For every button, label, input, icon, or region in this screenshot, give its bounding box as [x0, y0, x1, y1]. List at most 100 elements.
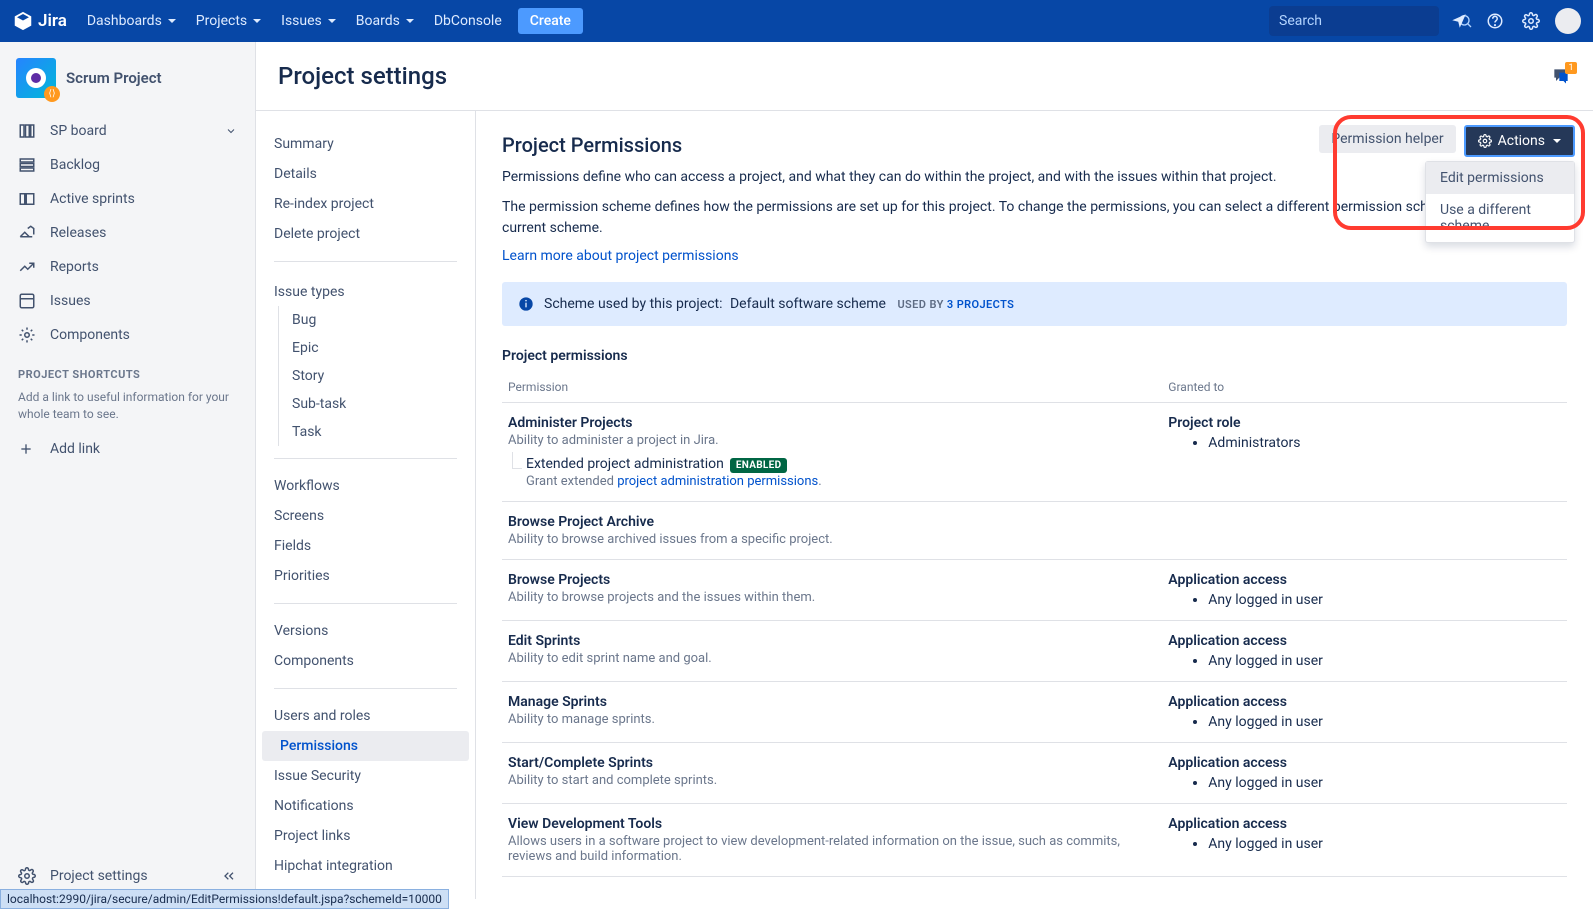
set-permissions[interactable]: Permissions — [262, 731, 469, 761]
perm-name: Browse Projects — [508, 572, 1156, 588]
collapse-icon[interactable] — [221, 868, 237, 884]
sidebar-reports[interactable]: Reports — [8, 250, 247, 284]
set-summary[interactable]: Summary — [256, 129, 475, 159]
nav-projects[interactable]: Projects — [188, 9, 269, 33]
set-issue-security[interactable]: Issue Security — [256, 761, 475, 791]
set-notifications[interactable]: Notifications — [256, 791, 475, 821]
plus-icon — [18, 441, 38, 457]
releases-icon — [18, 224, 38, 242]
perm-desc: Ability to manage sprints. — [508, 712, 1156, 727]
granted-head: Application access — [1168, 633, 1561, 649]
table-row: Start/Complete Sprints Ability to start … — [502, 742, 1567, 803]
page-title: Project settings — [278, 62, 447, 90]
permissions-table: Permission Granted to Administer Project… — [502, 372, 1567, 877]
set-hipchat[interactable]: Hipchat integration — [256, 851, 475, 881]
set-story[interactable]: Story — [256, 362, 475, 390]
search-input[interactable] — [1279, 13, 1457, 29]
sidebar-backlog[interactable]: Backlog — [8, 148, 247, 182]
perm-admin-link[interactable]: project administration permissions — [617, 474, 818, 489]
sidebar-components[interactable]: Components — [8, 318, 247, 352]
sidebar-board[interactable]: SP board — [8, 114, 247, 148]
permission-helper-button[interactable]: Permission helper — [1319, 125, 1455, 153]
header-bar: Project settings 1 — [256, 42, 1593, 111]
sidebar-issues[interactable]: Issues — [8, 284, 247, 318]
components-icon — [18, 326, 38, 344]
search-box[interactable] — [1269, 6, 1439, 36]
sidebar-active-sprints[interactable]: Active sprints — [8, 182, 247, 216]
jira-logo[interactable]: Jira — [12, 10, 67, 32]
set-workflows[interactable]: Workflows — [256, 471, 475, 501]
set-delete[interactable]: Delete project — [256, 219, 475, 249]
actions-dropdown: Edit permissions Use a different scheme — [1425, 161, 1575, 243]
table-row: Edit Sprints Ability to edit sprint name… — [502, 620, 1567, 681]
desc-2: The permission scheme defines how the pe… — [502, 197, 1567, 238]
perm-desc: Ability to browse archived issues from a… — [508, 532, 1156, 547]
scheme-info-panel: Scheme used by this project: Default sof… — [502, 282, 1567, 326]
table-row: Browse Projects Ability to browse projec… — [502, 559, 1567, 620]
chevron-down-icon — [253, 19, 261, 23]
set-epic[interactable]: Epic — [256, 334, 475, 362]
chevron-down-icon — [328, 19, 336, 23]
project-header: ⟨⟩ Scrum Project — [8, 58, 247, 114]
perm-name: Browse Project Archive — [508, 514, 1156, 530]
set-components[interactable]: Components — [256, 646, 475, 676]
gear-icon — [1478, 134, 1492, 148]
board-icon — [18, 122, 38, 140]
set-details[interactable]: Details — [256, 159, 475, 189]
learn-more-link[interactable]: Learn more about project permissions — [502, 248, 739, 264]
set-screens[interactable]: Screens — [256, 501, 475, 531]
set-bug[interactable]: Bug — [256, 306, 475, 334]
backlog-icon — [18, 156, 38, 174]
nav-boards[interactable]: Boards — [348, 9, 422, 33]
top-nav: Jira Dashboards Projects Issues Boards D… — [0, 0, 1593, 42]
set-reindex[interactable]: Re-index project — [256, 189, 475, 219]
sidebar-project-settings[interactable]: Project settings — [8, 859, 247, 893]
set-priorities[interactable]: Priorities — [256, 561, 475, 591]
granted-head: Application access — [1168, 755, 1561, 771]
main-area: Project settings 1 Summary Details Re-in… — [256, 42, 1593, 909]
perm-desc: Ability to administer a project in Jira. — [508, 433, 1156, 448]
granted-head: Application access — [1168, 572, 1561, 588]
nav-dashboards[interactable]: Dashboards — [79, 9, 184, 33]
set-issuetypes-head[interactable]: Issue types — [256, 274, 475, 306]
sprints-icon — [18, 190, 38, 208]
sidebar-add-link[interactable]: Add link — [8, 433, 247, 465]
gear-icon — [18, 867, 38, 885]
nav-issues[interactable]: Issues — [273, 9, 344, 33]
col-permission: Permission — [502, 372, 1162, 403]
set-fields[interactable]: Fields — [256, 531, 475, 561]
granted-item: Any logged in user — [1208, 653, 1561, 669]
chevron-down-icon — [225, 125, 237, 137]
col-granted: Granted to — [1162, 372, 1567, 403]
granted-head: Application access — [1168, 694, 1561, 710]
set-users[interactable]: Users and roles — [256, 701, 475, 731]
actions-button[interactable]: Actions — [1464, 125, 1575, 157]
set-project-links[interactable]: Project links — [256, 821, 475, 851]
perm-name: Start/Complete Sprints — [508, 755, 1156, 771]
dropdown-use-different-scheme[interactable]: Use a different scheme — [1426, 194, 1574, 242]
notifications-icon[interactable] — [1443, 5, 1475, 37]
used-by-link[interactable]: 3 PROJECTS — [947, 298, 1014, 311]
create-button[interactable]: Create — [518, 8, 583, 34]
user-avatar[interactable] — [1555, 8, 1581, 34]
shortcuts-caption: Add a link to useful information for you… — [8, 385, 247, 433]
granted-item: Any logged in user — [1208, 592, 1561, 608]
sidebar-releases[interactable]: Releases — [8, 216, 247, 250]
nav-dbconsole[interactable]: DbConsole — [426, 9, 510, 33]
chevron-down-icon — [1553, 139, 1561, 143]
set-versions[interactable]: Versions — [256, 616, 475, 646]
help-icon[interactable] — [1479, 5, 1511, 37]
settings-icon[interactable] — [1515, 5, 1547, 37]
settings-nav: Summary Details Re-index project Delete … — [256, 111, 476, 899]
enabled-badge: ENABLED — [730, 458, 788, 473]
perm-name: Edit Sprints — [508, 633, 1156, 649]
set-subtask[interactable]: Sub-task — [256, 390, 475, 418]
project-icon: ⟨⟩ — [16, 58, 56, 98]
perm-name: Manage Sprints — [508, 694, 1156, 710]
feedback-icon[interactable]: 1 — [1551, 66, 1571, 86]
set-task[interactable]: Task — [256, 418, 475, 446]
project-sidebar: ⟨⟩ Scrum Project SP board Backlog Active… — [0, 42, 256, 909]
perm-desc: Allows users in a software project to vi… — [508, 834, 1156, 864]
shortcuts-heading: PROJECT SHORTCUTS — [8, 352, 247, 385]
dropdown-edit-permissions[interactable]: Edit permissions — [1426, 162, 1574, 194]
